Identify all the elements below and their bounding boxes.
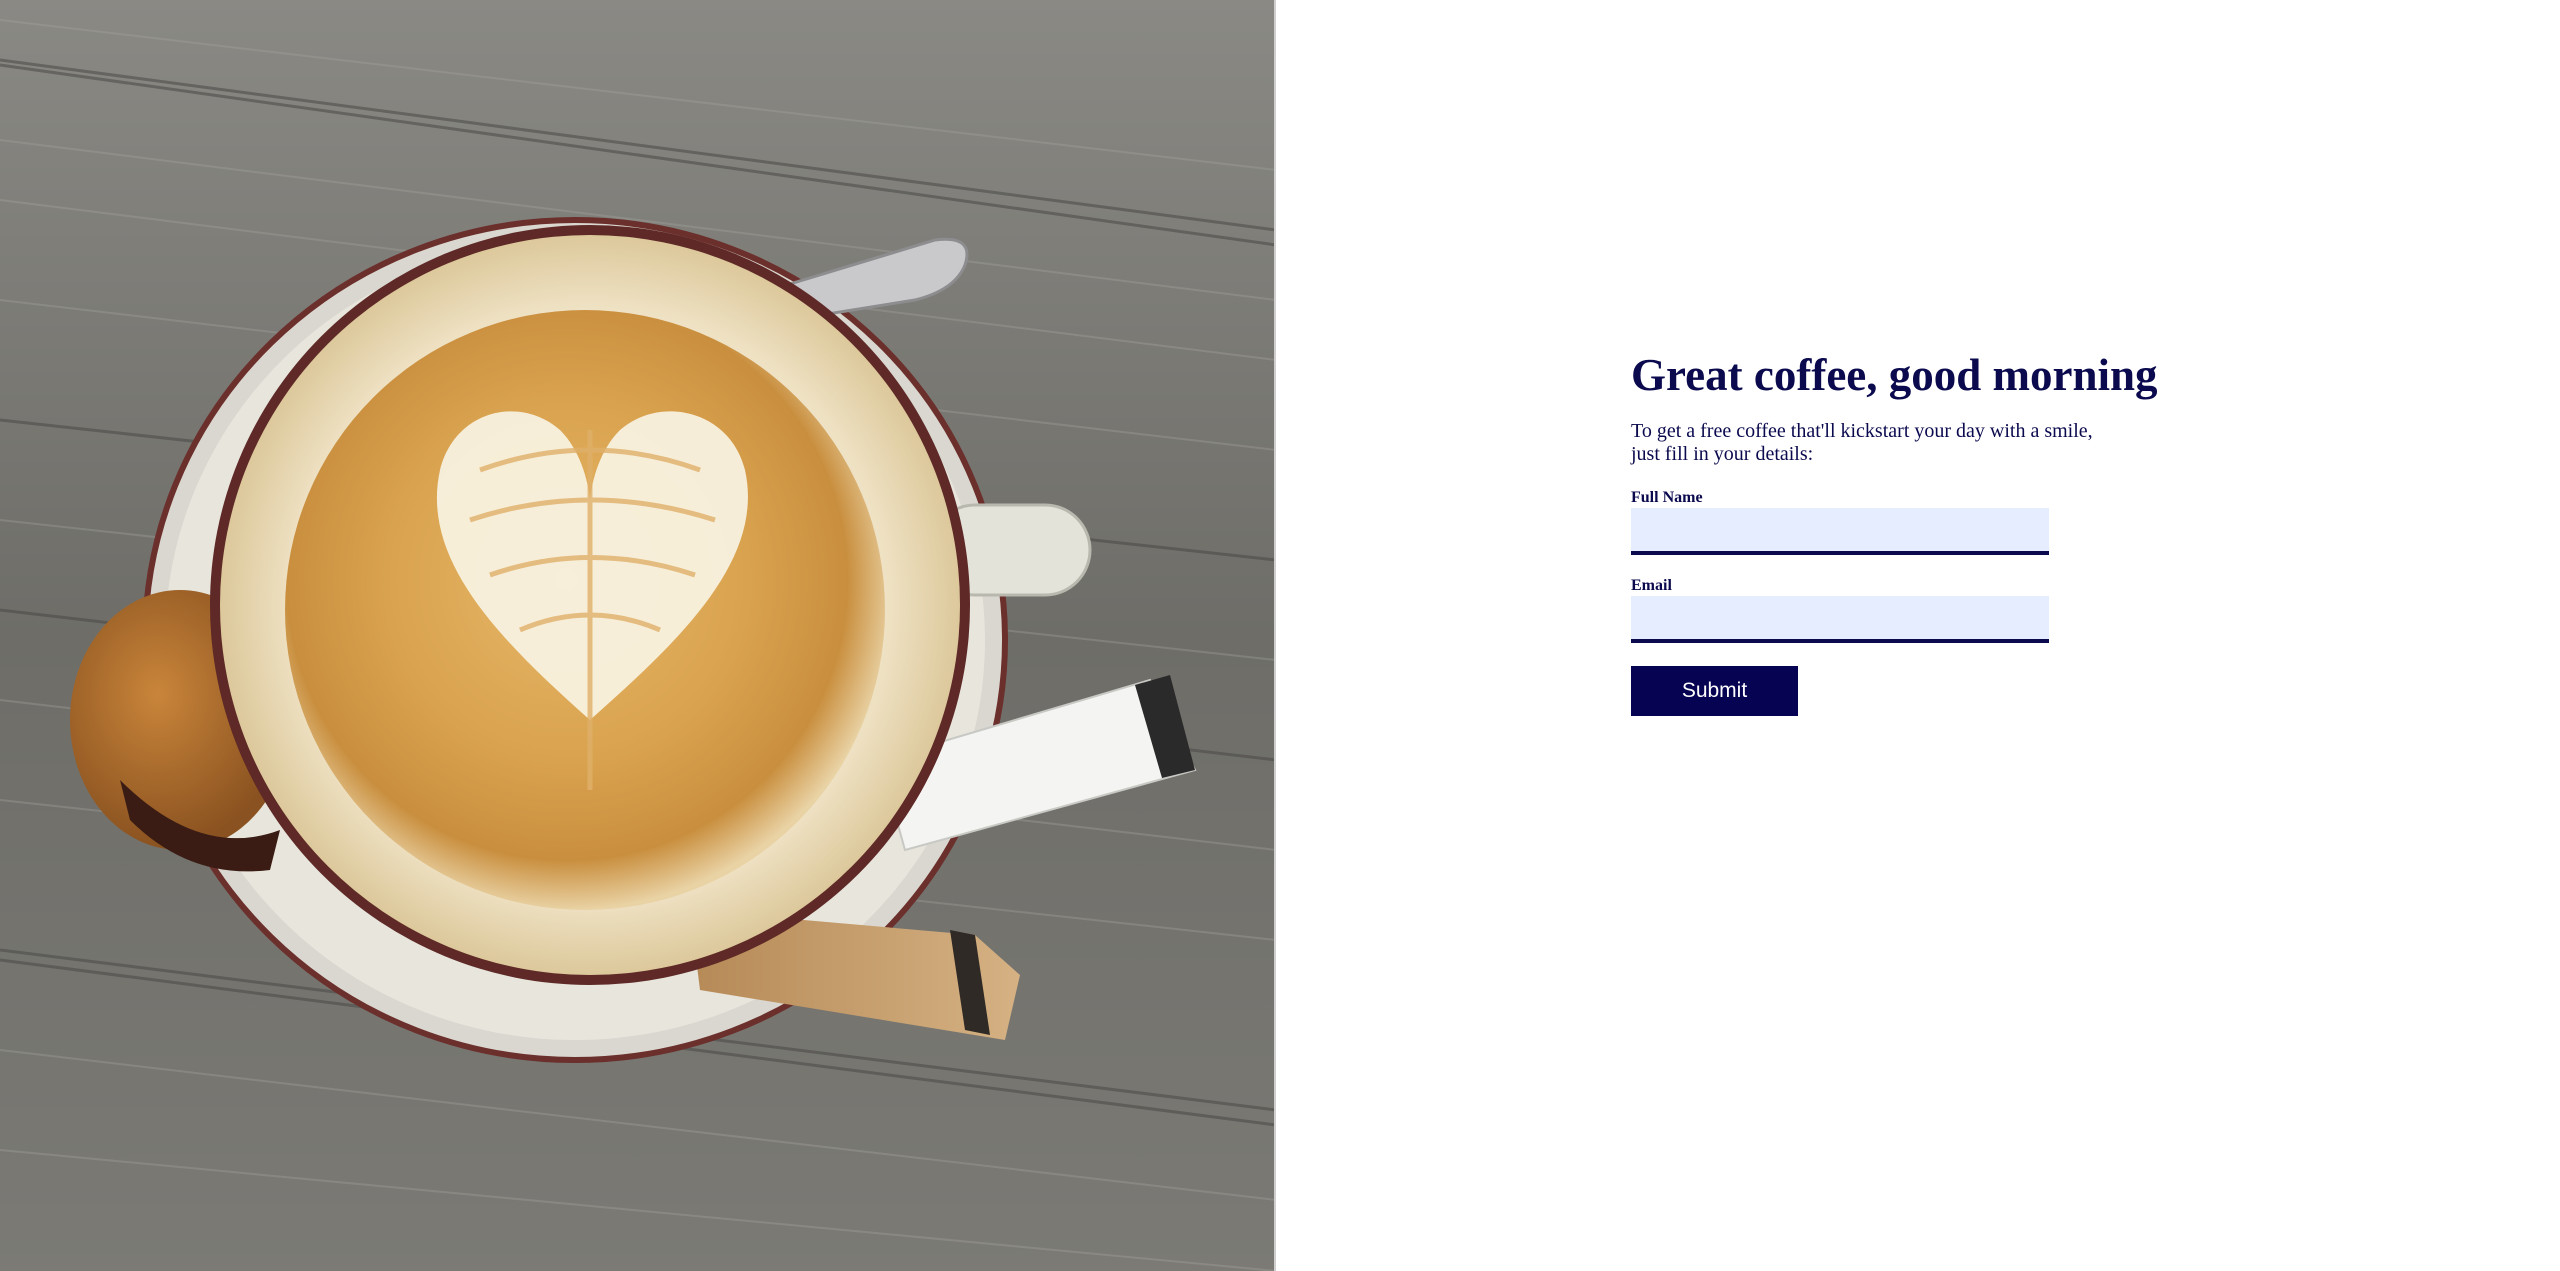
full-name-input[interactable]	[1631, 508, 2049, 555]
page-title: Great coffee, good morning	[1631, 350, 2158, 400]
coffee-photo-image	[0, 0, 1274, 1271]
full-name-label: Full Name	[1631, 489, 1703, 506]
intro-text: To get a free coffee that'll kickstart y…	[1631, 420, 2093, 465]
form-panel: Great coffee, good morning To get a free…	[1276, 0, 2560, 1271]
submit-button[interactable]: Submit	[1631, 666, 1798, 716]
hero-photo	[0, 0, 1276, 1271]
coffee-signup-form: Great coffee, good morning To get a free…	[1631, 350, 2158, 716]
page: Great coffee, good morning To get a free…	[0, 0, 2560, 1271]
email-input[interactable]	[1631, 596, 2049, 643]
email-label: Email	[1631, 577, 1672, 594]
